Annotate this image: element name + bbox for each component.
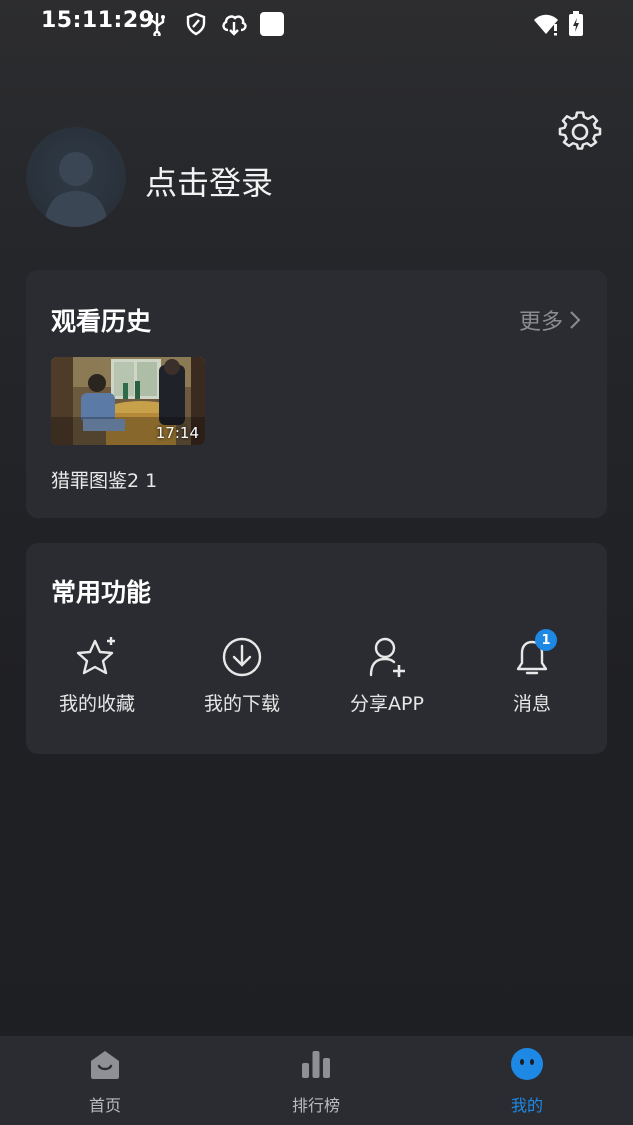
nav-mine[interactable]: 我的: [467, 1046, 587, 1116]
square-icon: [259, 10, 285, 38]
nav-ranking-label: 排行榜: [291, 1096, 340, 1115]
more-label: 更多: [518, 310, 563, 335]
nav-home[interactable]: 首页: [45, 1046, 165, 1116]
smile-face-icon: [511, 1048, 543, 1080]
gear-icon: [558, 111, 602, 150]
bottom-nav: 首页 排行榜 我的: [0, 1036, 633, 1125]
settings-button[interactable]: [558, 111, 602, 155]
my-downloads-label: 我的下载: [203, 693, 280, 715]
watch-history-card: 观看历史 更多 17:14 猎罪图鉴2 1: [26, 270, 607, 518]
status-time: 15:11:29: [41, 8, 155, 33]
status-bar: 15:11:29: [0, 0, 633, 50]
my-favorites-label: 我的收藏: [58, 693, 135, 715]
usb-icon: [147, 10, 167, 38]
star-icon: [76, 637, 115, 675]
message-count-badge: 1: [535, 629, 557, 651]
cloud-download-icon: [220, 10, 248, 38]
add-user-icon: [369, 637, 405, 677]
shield-icon: [185, 10, 207, 38]
common-functions-title: 常用功能: [51, 578, 152, 607]
my-favorites-button[interactable]: 我的收藏: [32, 633, 162, 716]
wifi-icon: [532, 10, 560, 38]
default-user-avatar-icon: [44, 152, 108, 227]
watch-history-title: 观看历史: [51, 307, 152, 336]
nav-mine-label: 我的: [510, 1096, 543, 1115]
share-app-button[interactable]: 分享APP: [322, 633, 452, 716]
battery-icon: [568, 10, 584, 38]
share-app-label: 分享APP: [350, 693, 424, 715]
my-downloads-button[interactable]: 我的下载: [177, 633, 307, 716]
common-functions-card: 常用功能 我的收藏 我的下载 分享APP 1 消息: [26, 543, 607, 754]
nav-home-label: 首页: [88, 1096, 121, 1115]
video-thumbnail[interactable]: 17:14: [51, 357, 205, 445]
home-icon: [91, 1051, 119, 1079]
video-title[interactable]: 猎罪图鉴2 1: [51, 466, 157, 493]
messages-button[interactable]: 1 消息: [467, 629, 597, 716]
login-prompt[interactable]: 点击登录: [145, 158, 273, 204]
video-duration: 17:14: [155, 424, 199, 442]
more-link[interactable]: 更多: [519, 304, 581, 336]
nav-ranking[interactable]: 排行榜: [256, 1046, 376, 1116]
download-icon: [222, 637, 262, 677]
bar-chart-icon: [302, 1051, 330, 1078]
avatar[interactable]: [26, 127, 126, 227]
chevron-right-icon: [570, 311, 581, 329]
messages-label: 消息: [512, 693, 551, 715]
